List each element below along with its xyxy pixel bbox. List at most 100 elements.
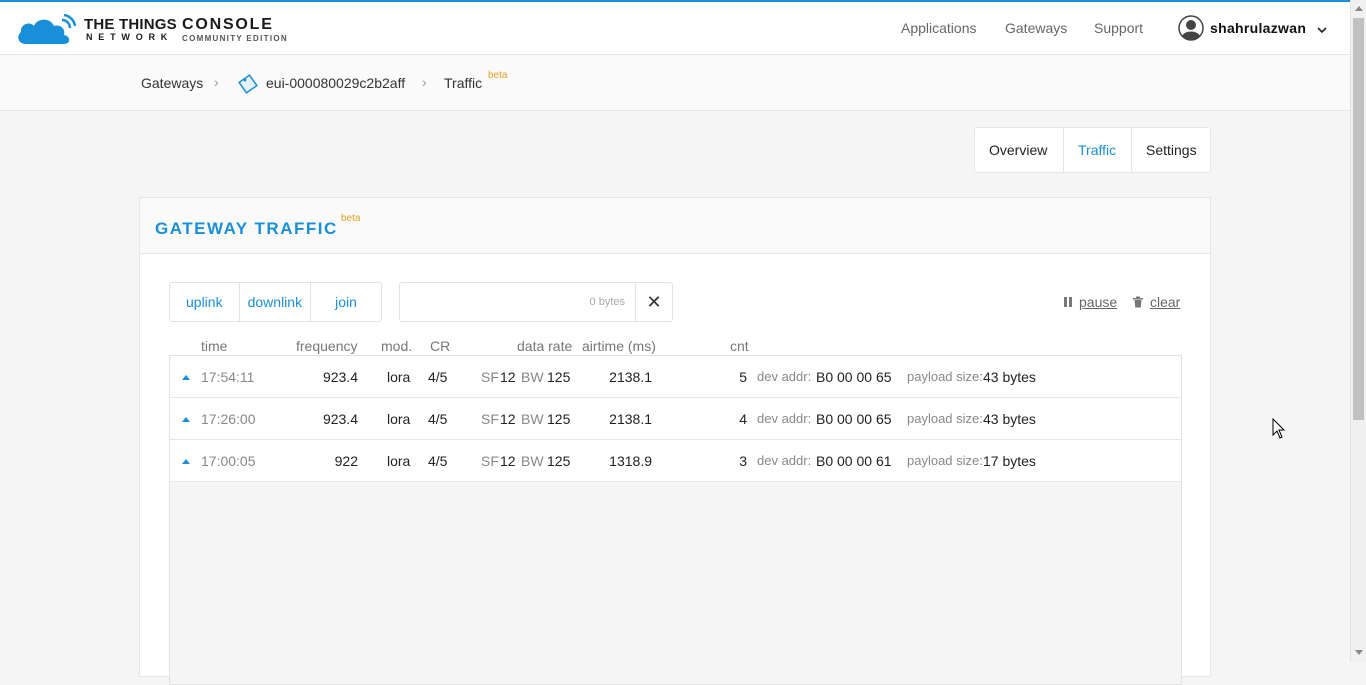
row-airtime: 2138.1 [609,369,652,385]
row-cnt: 3 [739,453,747,469]
row-airtime: 2138.1 [609,411,652,427]
sf-label: SF [481,411,499,427]
brand-network: NETWORK [86,32,174,42]
column-frequency: frequency [296,338,358,354]
payload-size-label: payload size: [907,411,983,426]
row-sf: 12 [500,453,516,469]
traffic-row[interactable]: 17:54:11 923.4 lora 4/5 SF 12 BW 125 213… [170,356,1181,398]
row-time: 17:54:11 [201,369,255,385]
breadcrumb-gateways[interactable]: Gateways [141,75,203,91]
panel-header: GATEWAY TRAFFIC beta [140,198,1210,254]
bw-label: BW [521,369,544,385]
tab-settings[interactable]: Settings [1132,128,1210,172]
column-data-rate: data rate [517,338,573,354]
sf-label: SF [481,453,499,469]
dev-addr-label: dev addr: [757,453,812,468]
payload-filter: ✕ [399,282,673,322]
row-payload: 17 bytes [983,453,1036,469]
row-time: 17:00:05 [201,453,256,469]
cloud-logo-icon [18,14,76,44]
tab-overview[interactable]: Overview [975,128,1064,172]
row-cnt: 4 [739,411,747,427]
breadcrumb-chevron-icon: › [214,74,219,90]
trash-icon [1133,296,1143,308]
tab-traffic[interactable]: Traffic [1064,128,1132,172]
row-cr: 4/5 [428,453,448,469]
column-cnt: cnt [730,338,749,354]
row-airtime: 1318.9 [609,453,652,469]
nav-gateways[interactable]: Gateways [1005,20,1067,36]
traffic-filter-group: uplink downlink join [169,282,382,322]
uplink-arrow-icon [182,459,190,464]
row-mod: lora [387,369,411,385]
row-sf: 12 [500,369,516,385]
dev-addr-label: dev addr: [757,411,812,426]
column-time: time [201,338,228,354]
beta-badge: beta [488,70,508,81]
column-airtime: airtime (ms) [582,338,656,354]
beta-badge: beta [341,213,361,224]
filter-join[interactable]: join [311,283,381,321]
uplink-arrow-icon [182,375,190,380]
clear-filter-icon[interactable]: ✕ [635,283,672,321]
row-sf: 12 [500,411,516,427]
brand-name: THE THINGS [84,16,177,33]
row-frequency: 923.4 [322,369,358,385]
avatar-icon [1178,15,1204,41]
pause-button[interactable]: pause [1063,294,1117,310]
gateway-traffic-panel: GATEWAY TRAFFIC beta uplink downlink joi… [139,197,1211,685]
row-dev-addr: B0 00 00 65 [816,411,892,427]
chevron-down-icon [1317,27,1327,34]
row-payload: 43 bytes [983,411,1036,427]
payload-filter-input[interactable] [400,283,635,321]
bw-label: BW [521,411,544,427]
row-bw: 125 [547,369,571,385]
traffic-row[interactable]: 17:00:05 922 lora 4/5 SF 12 BW 125 1318.… [170,440,1181,482]
scroll-thumb[interactable] [1353,18,1364,420]
filter-uplink[interactable]: uplink [170,283,240,321]
clear-button[interactable]: clear [1132,294,1180,310]
payload-size-label: payload size: [907,453,983,468]
product-name: CONSOLE [182,16,274,33]
page-scrollbar[interactable] [1350,0,1366,662]
mouse-cursor-icon [1272,418,1286,439]
row-time: 17:26:00 [201,411,256,427]
pause-label: pause [1079,294,1118,310]
user-name: shahrulazwan [1210,20,1307,36]
nav-support[interactable]: Support [1094,20,1143,36]
row-frequency: 922 [334,453,358,469]
dev-addr-label: dev addr: [757,369,812,384]
breadcrumb-chevron-icon: › [422,74,427,90]
row-mod: lora [387,411,411,427]
row-dev-addr: B0 00 00 65 [816,369,892,385]
row-cr: 4/5 [428,369,448,385]
bw-label: BW [521,453,544,469]
row-cnt: 5 [739,369,747,385]
row-mod: lora [387,453,411,469]
scroll-down-icon[interactable] [1355,650,1363,655]
payload-size-label: payload size: [907,369,983,384]
breadcrumb: Gateways › eui-000080029c2b2aff › Traffi… [0,55,1350,111]
filter-downlink[interactable]: downlink [240,283,312,321]
uplink-arrow-icon [182,417,190,422]
breadcrumb-gateway-id[interactable]: eui-000080029c2b2aff [266,75,405,91]
traffic-row[interactable]: 17:26:00 923.4 lora 4/5 SF 12 BW 125 213… [170,398,1181,440]
edition-label: COMMUNITY EDITION [182,34,288,43]
traffic-list: 17:54:11 923.4 lora 4/5 SF 12 BW 125 213… [169,355,1182,685]
gateway-tag-icon [238,74,258,94]
row-bw: 125 [547,453,571,469]
ttn-logo[interactable]: THE THINGS NETWORK CONSOLE COMMUNITY EDI… [16,12,287,48]
row-dev-addr: B0 00 00 61 [816,453,892,469]
top-navbar: THE THINGS NETWORK CONSOLE COMMUNITY EDI… [0,0,1350,55]
row-bw: 125 [547,411,571,427]
panel-title: GATEWAY TRAFFIC [155,219,338,238]
column-mod: mod. [381,338,413,354]
scroll-up-icon[interactable] [1355,6,1363,11]
row-cr: 4/5 [428,411,448,427]
sf-label: SF [481,369,499,385]
breadcrumb-traffic: Traffic [444,75,483,91]
user-menu[interactable]: shahrulazwan [1178,15,1328,41]
pause-icon [1064,297,1072,307]
nav-applications[interactable]: Applications [901,20,977,36]
clear-label: clear [1150,294,1181,310]
